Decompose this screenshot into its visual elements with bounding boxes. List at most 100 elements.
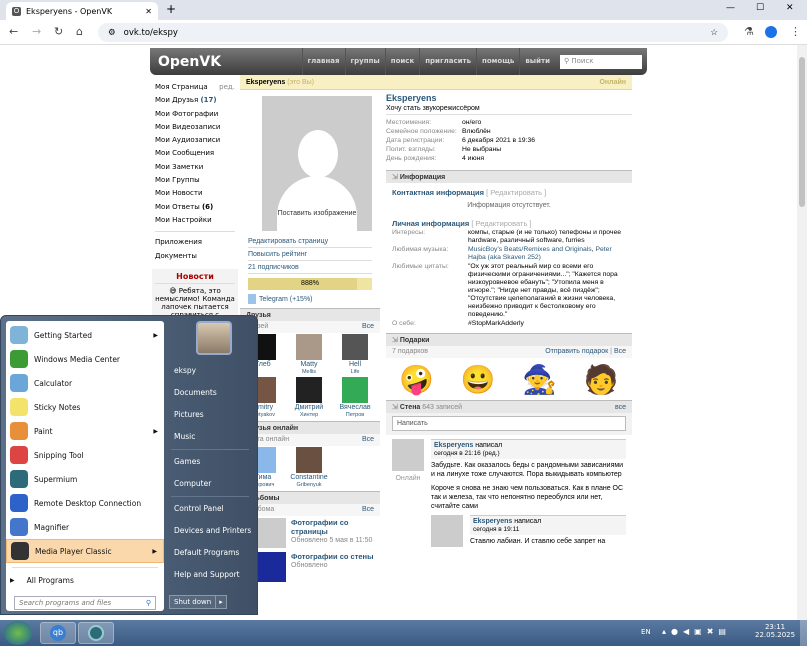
back-icon[interactable]: ← <box>9 25 18 38</box>
wall-post-input[interactable]: Написать <box>392 416 626 431</box>
profile-icon[interactable] <box>765 26 777 38</box>
reply-date[interactable]: сегодня в 19:11 <box>473 526 623 534</box>
lab-icon[interactable]: ⚗ <box>744 25 754 38</box>
close-window-button[interactable]: ✕ <box>786 3 794 13</box>
info-header[interactable]: ⇲ Информация <box>386 170 632 183</box>
start-right-computer[interactable]: Computer <box>1 473 259 495</box>
friend-item[interactable]: Constantine Gribenyuk <box>286 447 332 489</box>
reply-author-link[interactable]: Eksperyens <box>473 518 512 525</box>
edit-link[interactable]: ред. <box>219 81 235 94</box>
start-right-control-panel[interactable]: Control Panel <box>1 498 259 520</box>
friends-header[interactable]: Друзья <box>240 308 380 321</box>
friends-all-link[interactable]: Все <box>362 321 374 333</box>
sidebar-item-friends[interactable]: Мои Друзья (17) <box>150 94 240 107</box>
sidebar-item-documents[interactable]: Документы <box>150 250 240 263</box>
friend-item[interactable]: Дмитрий Хинтер <box>286 377 332 419</box>
gift-troll-face[interactable]: 🤪 <box>397 360 437 398</box>
shutdown-button[interactable]: Shut down ▸ <box>169 595 227 609</box>
friends-online-header[interactable]: Друзья онлайн <box>240 421 380 434</box>
start-right-default-programs[interactable]: Default Programs <box>1 542 259 564</box>
sidebar-item-photos[interactable]: Мои Фотографии <box>150 108 240 121</box>
nav-help[interactable]: помощь <box>476 48 519 75</box>
sidebar-item-messages[interactable]: Мои Сообщения <box>150 147 240 160</box>
sidebar-item-my-page[interactable]: Моя Страница ред. <box>150 81 240 94</box>
maximize-button[interactable]: ☐ <box>756 3 764 13</box>
albums-header[interactable]: Альбомы <box>240 491 380 504</box>
telegram-link[interactable]: Telegram (+15%) <box>248 294 372 304</box>
sidebar-item-settings[interactable]: Мои Настройки <box>150 214 240 227</box>
post-author-link[interactable]: Eksperyens <box>434 442 473 449</box>
user-picture[interactable] <box>196 321 232 355</box>
taskbar-qbittorrent[interactable]: qb <box>40 622 76 644</box>
reply-author-avatar[interactable] <box>431 515 463 547</box>
start-right-games[interactable]: Games <box>1 451 259 473</box>
send-gift-link[interactable]: Отправить подарок <box>545 348 608 355</box>
post-author-avatar[interactable] <box>392 439 424 471</box>
nav-groups[interactable]: группы <box>344 48 385 75</box>
start-right-documents[interactable]: Documents <box>1 382 259 404</box>
bookmark-star-icon[interactable]: ☆ <box>710 28 718 38</box>
gifts-header[interactable]: ⇲ Подарки <box>386 333 632 346</box>
edit-page-link[interactable]: Редактировать страницу <box>248 235 372 248</box>
start-right-devices-and-printers[interactable]: Devices and Printers <box>1 520 259 542</box>
new-tab-button[interactable]: + <box>166 2 176 16</box>
edit-contact-link[interactable]: [ Редактировать ] <box>486 188 546 197</box>
start-button[interactable] <box>4 621 32 645</box>
profile-avatar[interactable]: Поставить изображение <box>262 96 372 231</box>
post-date[interactable]: сегодня в 21:16 (ред.) <box>434 450 623 458</box>
openvk-logo[interactable]: OpenVK <box>158 54 302 70</box>
set-photo-link[interactable]: Поставить изображение <box>262 210 372 217</box>
page-scrollbar[interactable] <box>797 45 807 620</box>
album-item[interactable]: Фотографии со стены Обновлено <box>240 550 380 584</box>
gift-ralsei[interactable]: 🧙 <box>520 360 560 398</box>
close-tab-icon[interactable]: ✕ <box>145 7 152 16</box>
boost-rating-link[interactable]: Повысить рейтинг <box>248 248 372 261</box>
site-info-icon[interactable]: ⚙ <box>108 28 116 38</box>
tray-icons[interactable]: ▴●◀▣✖▤ <box>662 627 731 636</box>
start-search-input[interactable]: Search programs and files ⚲ <box>14 596 156 610</box>
friends-online-all-link[interactable]: Все <box>362 434 374 446</box>
album-item[interactable]: Фотографии со страницы Обновлено 5 мая в … <box>240 516 380 550</box>
language-indicator[interactable]: EN <box>641 628 651 636</box>
gifts-all-link[interactable]: Все <box>614 348 626 355</box>
start-program-getting-started[interactable]: Getting Started ▶ <box>6 323 164 347</box>
sidebar-item-audios[interactable]: Мои Аудиозаписи <box>150 134 240 147</box>
reload-icon[interactable]: ↻ <box>54 25 63 38</box>
sidebar-item-groups[interactable]: Мои Группы <box>150 174 240 187</box>
nav-home[interactable]: главная <box>301 48 345 75</box>
sidebar-item-videos[interactable]: Мои Видеозаписи <box>150 121 240 134</box>
sidebar-item-news[interactable]: Мои Новости <box>150 187 240 200</box>
profile-status[interactable]: Хочу стать звукорежиссёром <box>386 103 632 115</box>
start-right-help-and-support[interactable]: Help and Support <box>1 564 259 586</box>
start-right-music[interactable]: Music <box>1 426 259 448</box>
site-search-input[interactable]: ⚲ Поиск <box>560 54 642 69</box>
sidebar-item-apps[interactable]: Приложения <box>150 236 240 249</box>
browser-tab[interactable]: O Eksperyens - OpenVK ✕ <box>6 2 158 20</box>
show-desktop-button[interactable] <box>800 620 807 646</box>
albums-all-link[interactable]: Все <box>362 504 374 516</box>
music-link[interactable]: MusicBoy's Beats/Remixes and Originals <box>468 246 592 253</box>
shutdown-options-arrow[interactable]: ▸ <box>215 596 226 608</box>
clock[interactable]: 23:11 22.05.2025 <box>755 623 795 639</box>
friend-item[interactable]: Matty Mellis <box>286 334 332 376</box>
sidebar-item-replies[interactable]: Мои Ответы (6) <box>150 201 240 214</box>
menu-icon[interactable]: ⋮ <box>790 25 801 38</box>
home-icon[interactable]: ⌂ <box>76 25 83 38</box>
start-right-ekspy[interactable]: ekspy <box>1 360 259 382</box>
nav-search[interactable]: поиск <box>384 48 419 75</box>
sidebar-item-notes[interactable]: Мои Заметки <box>150 161 240 174</box>
wall-header[interactable]: ⇲ Стена 643 записей все <box>386 400 632 413</box>
gift-smiley[interactable]: 😀 <box>458 360 498 398</box>
forward-icon[interactable]: → <box>32 25 41 38</box>
minimize-button[interactable]: — <box>726 3 735 13</box>
taskbar-supermium[interactable] <box>78 622 114 644</box>
followers-link[interactable]: 21 подписчиков <box>248 261 372 274</box>
nav-logout[interactable]: выйти <box>519 48 555 75</box>
gift-cartoon-man[interactable]: 🧑 <box>581 360 621 398</box>
friend-item[interactable]: Вячеслав Петров <box>332 377 378 419</box>
wall-all-link[interactable]: все <box>615 401 626 413</box>
nav-invite[interactable]: пригласить <box>419 48 476 75</box>
start-right-pictures[interactable]: Pictures <box>1 404 259 426</box>
edit-personal-link[interactable]: [ Редактировать ] <box>471 219 531 228</box>
url-field[interactable]: ⚙ ovk.to/ekspy ☆ <box>98 23 728 42</box>
